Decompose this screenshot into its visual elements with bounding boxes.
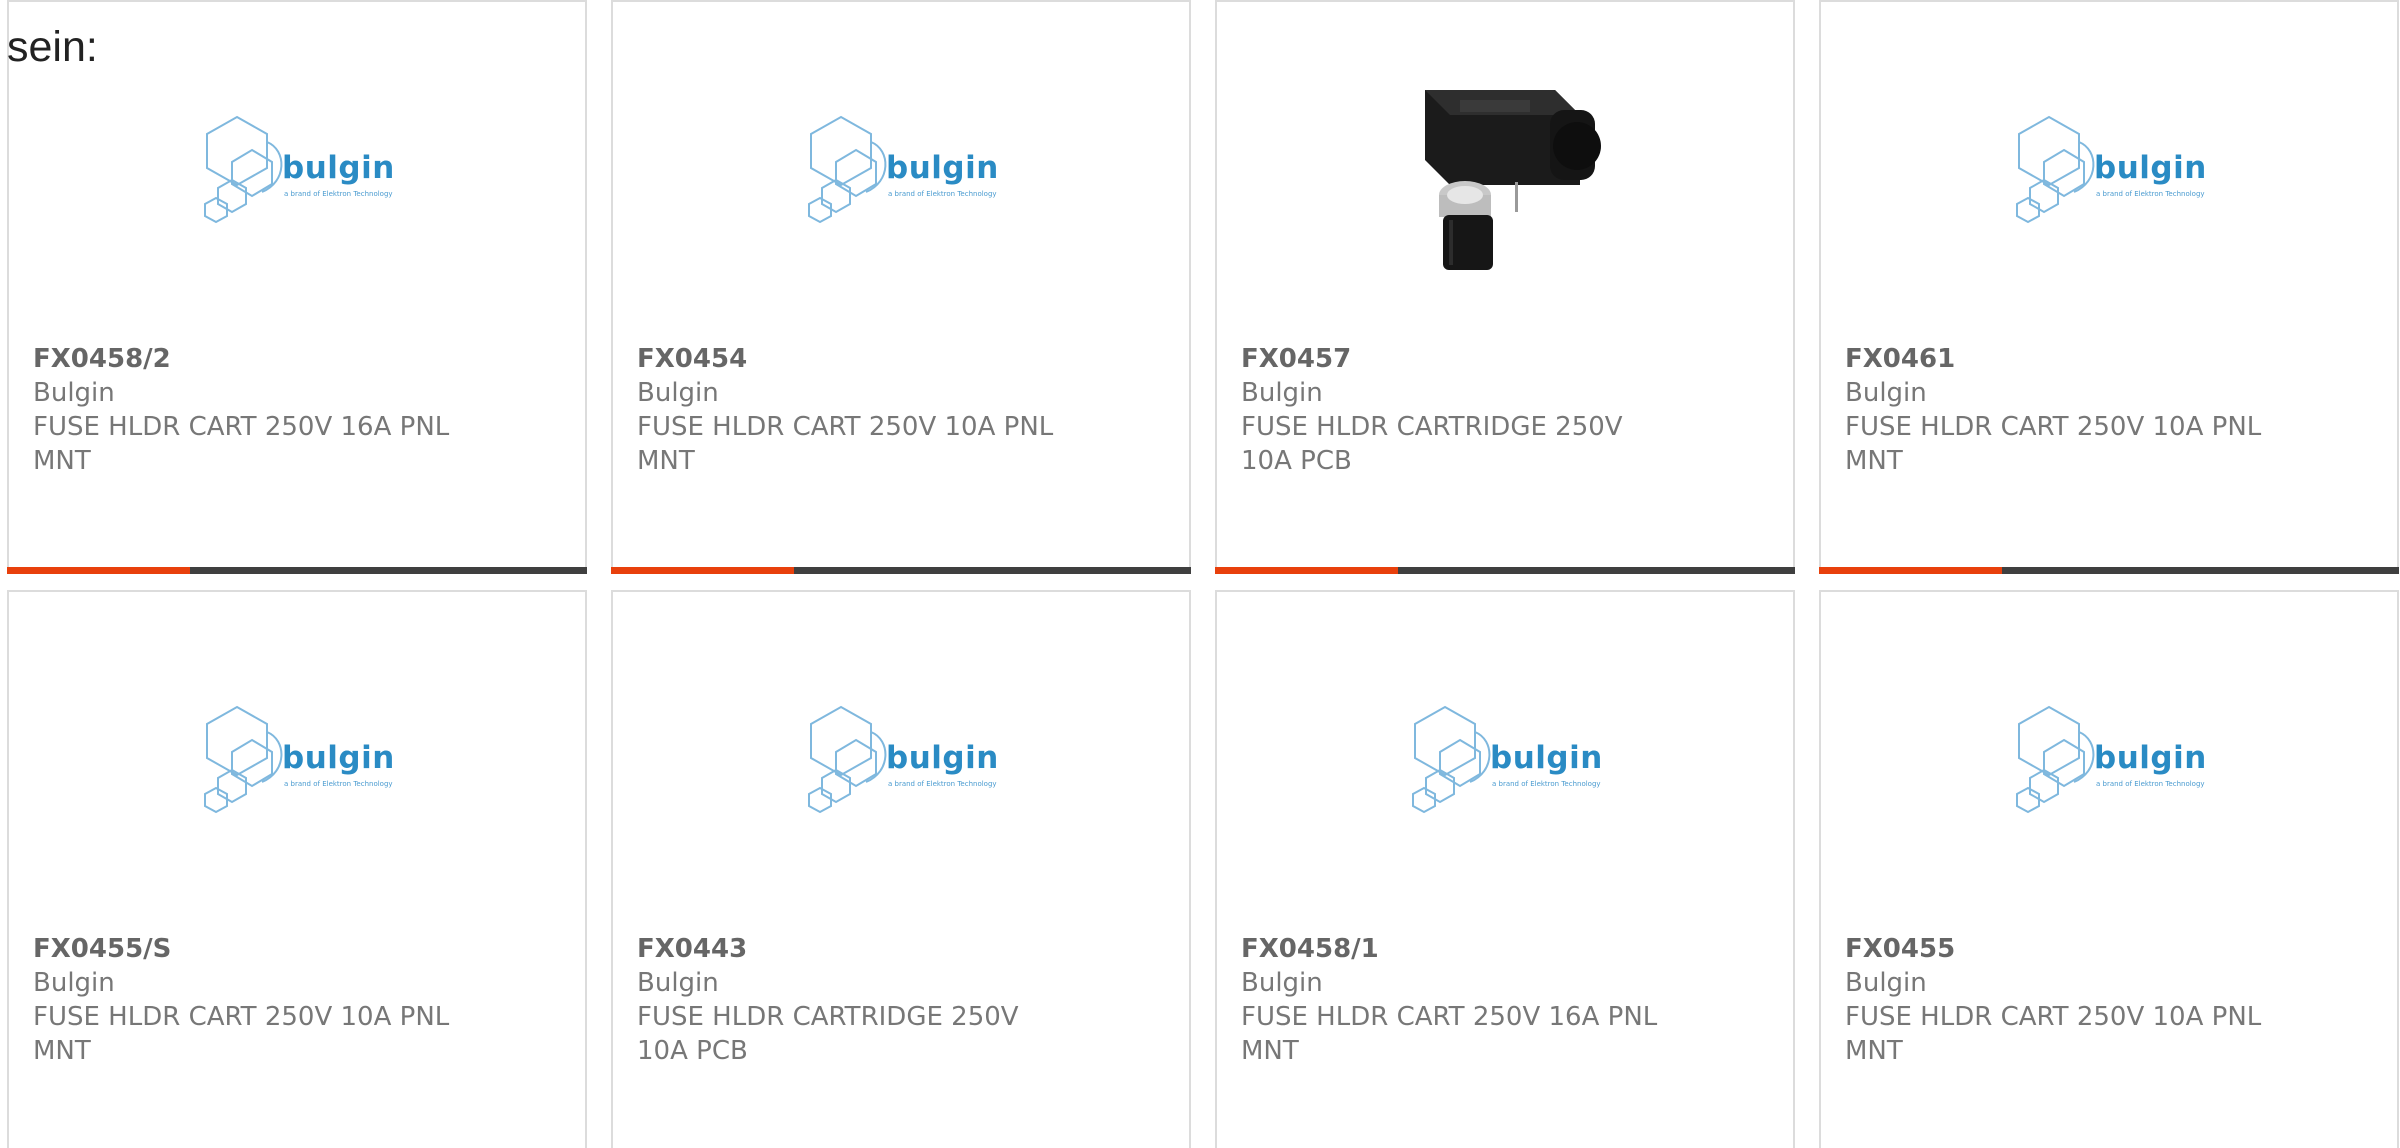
product-description: FUSE HLDR CART 250V 10A PNL MNT (33, 1002, 450, 1066)
logo-tagline: a brand of Elektron Technology (888, 780, 997, 788)
product-description: FUSE HLDR CART 250V 10A PNL MNT (637, 412, 1054, 476)
logo-wordmark: bulgin (1490, 740, 1603, 776)
logo-wordmark: bulgin (282, 150, 395, 186)
card-accent-bar (1215, 567, 1795, 574)
logo-wordmark: bulgin (2094, 740, 2207, 776)
part-number[interactable]: FX0455 (1845, 932, 2357, 966)
manufacturer: Bulgin (637, 378, 719, 408)
product-image[interactable]: bulgin a brand of Elektron Technology (9, 62, 585, 282)
logo-tagline: a brand of Elektron Technology (284, 190, 393, 198)
manufacturer: Bulgin (1845, 968, 1927, 998)
product-image[interactable]: bulgin a brand of Elektron Technology (613, 62, 1189, 282)
manufacturer: Bulgin (1241, 968, 1323, 998)
manufacturer: Bulgin (33, 378, 115, 408)
product-card[interactable]: bulgin a brand of Elektron Technology FX… (7, 590, 587, 1148)
product-image[interactable]: bulgin a brand of Elektron Technology (613, 652, 1189, 872)
product-description: FUSE HLDR CARTRIDGE 250V 10A PCB (1241, 412, 1623, 476)
product-card[interactable]: bulgin a brand of Elektron Technology FX… (1819, 590, 2399, 1148)
fuse-holder-photo (1425, 89, 1601, 270)
part-number[interactable]: FX0458/2 (33, 342, 545, 376)
card-accent-bar (611, 567, 1191, 574)
bulgin-logo: bulgin a brand of Elektron Technology (192, 702, 402, 822)
part-number[interactable]: FX0454 (637, 342, 1149, 376)
product-card[interactable]: FX0457 Bulgin FUSE HLDR CARTRIDGE 250V 1… (1215, 0, 1795, 574)
part-number[interactable]: FX0457 (1241, 342, 1753, 376)
manufacturer: Bulgin (1241, 378, 1323, 408)
card-accent-bar (1819, 567, 2399, 574)
product-description: FUSE HLDR CARTRIDGE 250V 10A PCB (637, 1002, 1019, 1066)
product-card[interactable]: bulgin a brand of Elektron Technology FX… (1215, 590, 1795, 1148)
logo-tagline: a brand of Elektron Technology (2096, 780, 2205, 788)
part-number[interactable]: FX0455/S (33, 932, 545, 966)
product-card[interactable]: bulgin a brand of Elektron Technology FX… (1819, 0, 2399, 574)
logo-tagline: a brand of Elektron Technology (1492, 780, 1601, 788)
logo-wordmark: bulgin (2094, 150, 2207, 186)
logo-tagline: a brand of Elektron Technology (888, 190, 997, 198)
bulgin-logo: bulgin a brand of Elektron Technology (192, 112, 402, 232)
product-description: FUSE HLDR CART 250V 10A PNL MNT (1845, 412, 2262, 476)
logo-wordmark: bulgin (886, 740, 999, 776)
manufacturer: Bulgin (637, 968, 719, 998)
product-image[interactable] (1217, 62, 1793, 282)
manufacturer: Bulgin (1845, 378, 1927, 408)
logo-wordmark: bulgin (886, 150, 999, 186)
manufacturer: Bulgin (33, 968, 115, 998)
bulgin-logo: bulgin a brand of Elektron Technology (796, 112, 1006, 232)
bulgin-logo: bulgin a brand of Elektron Technology (796, 702, 1006, 822)
bulgin-logo: bulgin a brand of Elektron Technology (1400, 702, 1610, 822)
logo-tagline: a brand of Elektron Technology (2096, 190, 2205, 198)
product-card[interactable]: bulgin a brand of Elektron Technology FX… (611, 0, 1191, 574)
product-description: FUSE HLDR CART 250V 10A PNL MNT (1845, 1002, 2262, 1066)
intro-text: sein: (7, 23, 98, 71)
bulgin-logo: bulgin a brand of Elektron Technology (2004, 702, 2214, 822)
product-image[interactable]: bulgin a brand of Elektron Technology (1821, 652, 2397, 872)
logo-tagline: a brand of Elektron Technology (284, 780, 393, 788)
card-accent-bar (7, 567, 587, 574)
part-number[interactable]: FX0458/1 (1241, 932, 1753, 966)
product-card[interactable]: bulgin a brand of Elektron Technology FX… (611, 590, 1191, 1148)
product-description: FUSE HLDR CART 250V 16A PNL MNT (33, 412, 450, 476)
product-card[interactable]: bulgin a brand of Elektron Technology FX… (7, 0, 587, 574)
bulgin-logo: bulgin a brand of Elektron Technology (2004, 112, 2214, 232)
product-image[interactable]: bulgin a brand of Elektron Technology (9, 652, 585, 872)
part-number[interactable]: FX0461 (1845, 342, 2357, 376)
product-description: FUSE HLDR CART 250V 16A PNL MNT (1241, 1002, 1658, 1066)
part-number[interactable]: FX0443 (637, 932, 1149, 966)
product-image[interactable]: bulgin a brand of Elektron Technology (1217, 652, 1793, 872)
logo-wordmark: bulgin (282, 740, 395, 776)
product-image[interactable]: bulgin a brand of Elektron Technology (1821, 62, 2397, 282)
